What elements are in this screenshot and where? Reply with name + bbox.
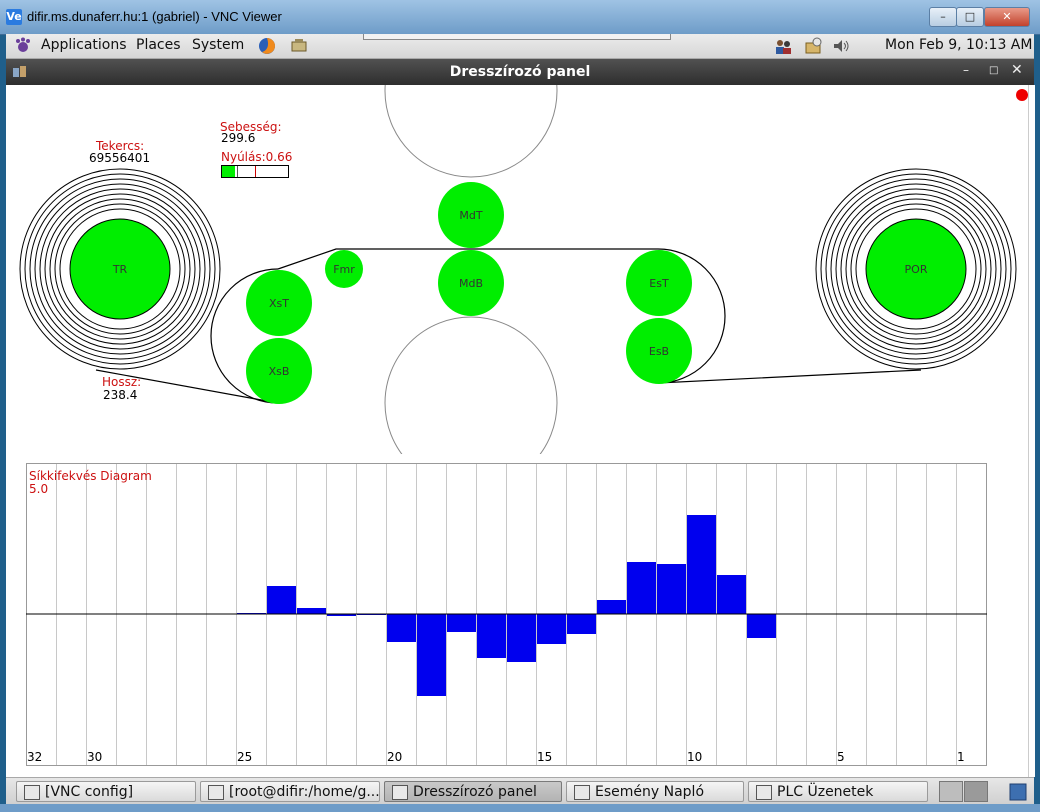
app-icon: [756, 785, 772, 800]
menu-system[interactable]: System: [192, 37, 244, 53]
flatness-bar: [597, 600, 626, 614]
app-maximize-button[interactable]: □: [989, 65, 998, 76]
workspace-1[interactable]: [939, 781, 963, 802]
dresszirozo-panel: Tekercs: 69556401 Sebesség: 299.6 Nyúlás…: [6, 85, 1028, 777]
volume-icon[interactable]: [832, 37, 850, 55]
terminal-icon: [208, 785, 224, 800]
flatness-bar: [417, 614, 446, 696]
window-list-applet: [363, 34, 671, 40]
window-title: difir.ms.dunaferr.hu:1 (gabriel) - VNC V…: [27, 9, 282, 24]
update-package-icon[interactable]: [804, 37, 822, 55]
flatness-bar: [387, 614, 416, 642]
users-icon[interactable]: [774, 37, 792, 55]
roll-tr-label: TR: [112, 263, 128, 276]
x-tick-label: 25: [237, 750, 252, 764]
upper-backup-roll: [384, 85, 558, 178]
app-close-button[interactable]: ✕: [1011, 62, 1023, 78]
flatness-bar: [507, 614, 536, 662]
chart-scale-label: 5.0: [29, 482, 48, 496]
app-titlebar: Dresszírozó panel – □ ✕: [6, 59, 1034, 85]
task-dresszirozo-panel[interactable]: Dresszírozó panel: [384, 781, 562, 802]
trash-icon[interactable]: [1008, 782, 1028, 801]
roll-est-label: EsT: [649, 277, 669, 290]
flatness-bar: [717, 575, 746, 614]
flatness-chart: Síkkifekvés Diagram 5.0 32 30 25 20 15 10 5 1: [26, 463, 987, 766]
vnc-logo-icon: Ve: [6, 9, 22, 25]
flatness-bar: [567, 614, 596, 634]
flatness-bar: [687, 515, 716, 614]
taskbar: [VNC config] [root@difir:/home/g... Dres…: [6, 777, 1034, 805]
window-icon: [24, 785, 40, 800]
vnc-titlebar: Ve difir.ms.dunaferr.hu:1 (gabriel) - VN…: [0, 0, 1040, 35]
menu-places[interactable]: Places: [136, 37, 181, 53]
x-tick-label: 30: [87, 750, 102, 764]
flatness-bar: [477, 614, 506, 658]
x-tick-label: 5: [837, 750, 845, 764]
menu-applications[interactable]: Applications: [41, 37, 127, 53]
flatness-bar: [537, 614, 566, 644]
gnome-panel: Applications Places System Mon Feb 9, 10…: [6, 34, 1034, 59]
app-icon: [574, 785, 590, 800]
roll-esb-label: EsB: [649, 345, 669, 358]
x-tick-label: 32: [27, 750, 42, 764]
roll-fmr-label: Fmr: [333, 263, 355, 276]
task-esemeny-naplo[interactable]: Esemény Napló: [566, 781, 744, 802]
roll-xst-label: XsT: [269, 297, 289, 310]
app-title: Dresszírozó panel: [449, 64, 591, 80]
chart-title: Síkkifekvés Diagram: [29, 469, 152, 483]
x-tick-label: 20: [387, 750, 402, 764]
task-plc-uzenetek[interactable]: PLC Üzenetek: [748, 781, 928, 802]
roll-mdt-label: MdT: [459, 209, 482, 222]
clock[interactable]: Mon Feb 9, 10:13 AM: [885, 37, 1032, 53]
x-tick-label: 15: [537, 750, 552, 764]
x-tick-label: 10: [687, 750, 702, 764]
task-vnc-config[interactable]: [VNC config]: [16, 781, 196, 802]
flatness-bar: [657, 564, 686, 614]
task-terminal[interactable]: [root@difir:/home/g...: [200, 781, 380, 802]
app-icon: [392, 785, 408, 800]
x-tick-label: 1: [957, 750, 965, 764]
app-minimize-button[interactable]: –: [963, 63, 969, 77]
roll-xsb-label: XsB: [269, 365, 290, 378]
maximize-button[interactable]: □: [956, 7, 984, 27]
scrollbar-edge: [1028, 85, 1035, 777]
window-frame-bottom: [0, 804, 1040, 812]
flatness-bar: [447, 614, 476, 632]
workspace-2[interactable]: [964, 781, 988, 802]
gnome-foot-icon[interactable]: [14, 37, 32, 55]
flatness-bar: [747, 614, 776, 638]
roll-mdb-label: MdB: [459, 277, 483, 290]
flatness-bar: [627, 562, 656, 614]
firefox-icon[interactable]: [258, 37, 276, 55]
minimize-button[interactable]: –: [929, 7, 957, 27]
alarm-indicator: [1016, 89, 1028, 101]
screenshot-tool-icon[interactable]: [290, 37, 308, 55]
roll-por-label: POR: [905, 263, 928, 276]
close-button[interactable]: ✕: [984, 7, 1030, 27]
flatness-bar: [267, 586, 296, 614]
flatness-bar: [297, 608, 326, 614]
